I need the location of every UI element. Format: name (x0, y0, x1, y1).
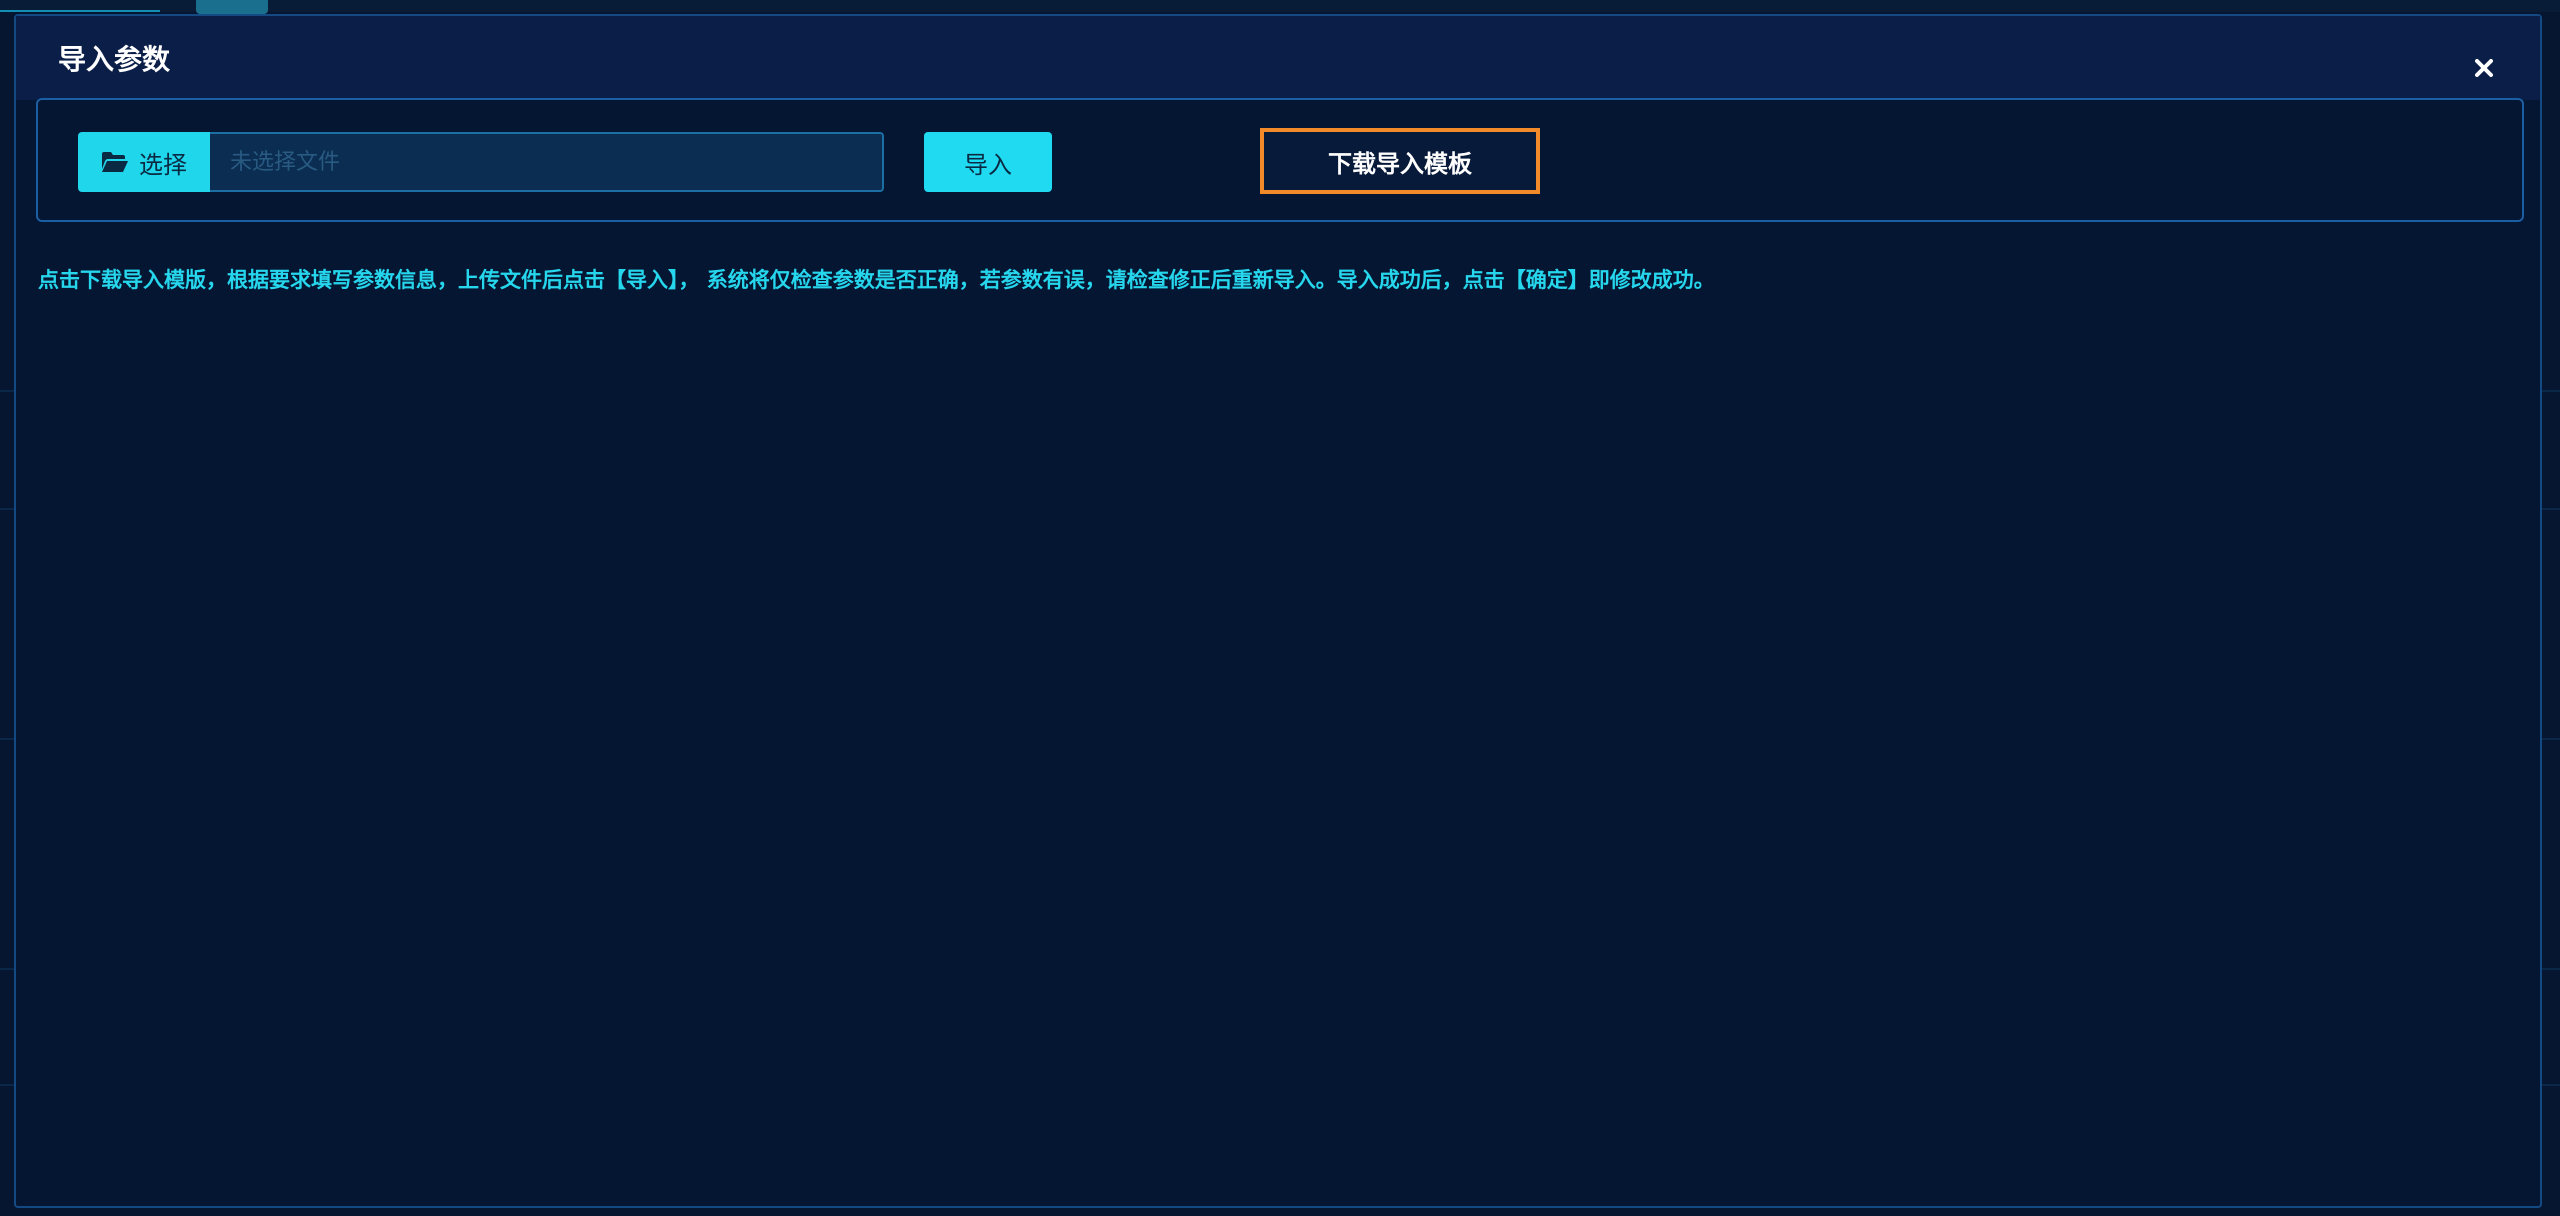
download-template-button[interactable]: 下载导入模板 (1260, 128, 1540, 194)
instruction-text: 点击下载导入模版，根据要求填写参数信息，上传文件后点击【导入】， 系统将仅检查参… (38, 268, 1715, 292)
background-top-bar (0, 0, 2560, 12)
import-params-dialog: 导入参数 选择 导入 下载导入模板 点击下载导入模版，根据要求填写参数信息，上传… (14, 14, 2542, 1208)
import-button[interactable]: 导入 (924, 132, 1052, 192)
dialog-header: 导入参数 (16, 16, 2540, 100)
choose-file-button[interactable]: 选择 (78, 132, 210, 192)
background-accent-line (0, 10, 160, 12)
background-tab (196, 0, 268, 14)
file-name-field[interactable] (210, 132, 884, 192)
file-picker: 选择 (78, 132, 884, 192)
dialog-title: 导入参数 (58, 43, 171, 76)
upload-panel: 选择 导入 下载导入模板 (36, 98, 2524, 222)
close-button[interactable] (2464, 48, 2504, 88)
close-icon (2475, 59, 2493, 77)
folder-open-icon (102, 152, 128, 172)
choose-button-label: 选择 (139, 150, 187, 179)
